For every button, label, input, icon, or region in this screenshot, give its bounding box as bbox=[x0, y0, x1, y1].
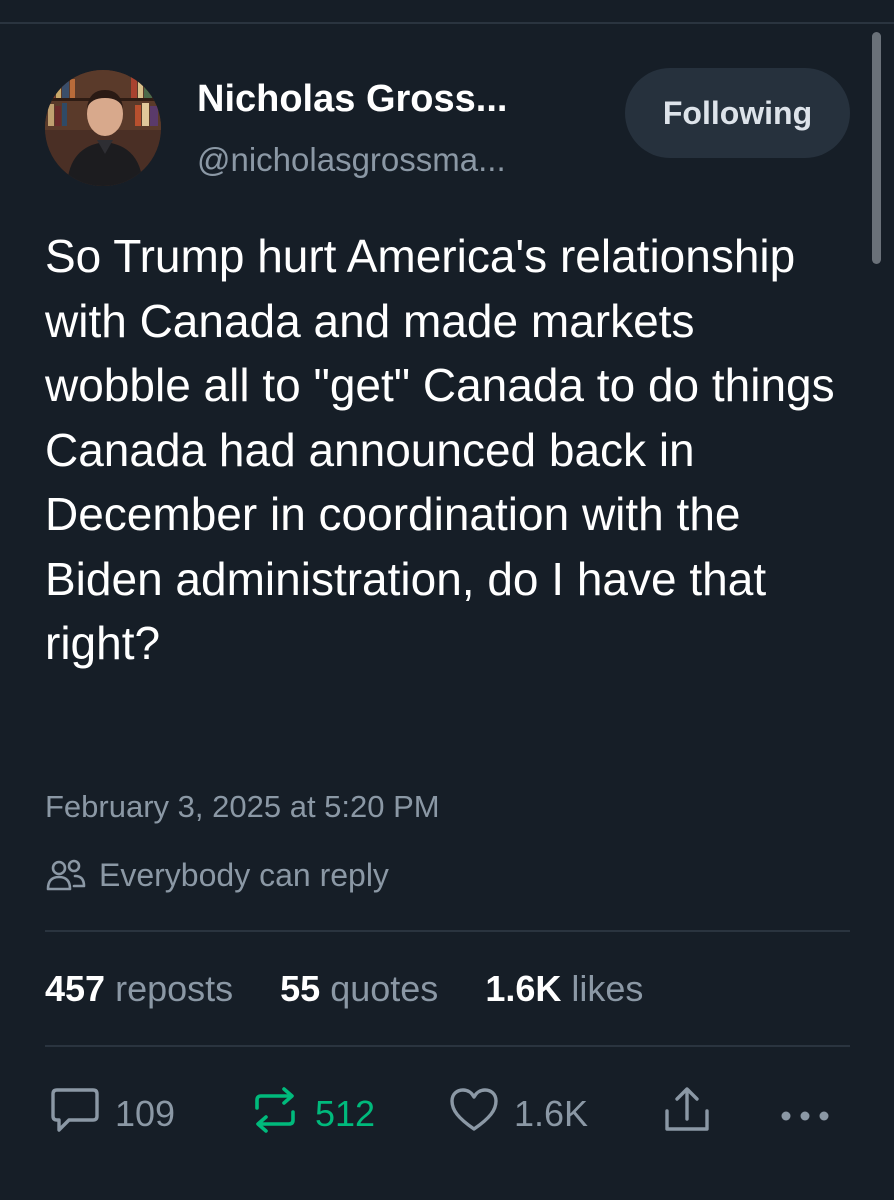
reposts-count: 457 bbox=[45, 968, 106, 1009]
repost-count: 512 bbox=[315, 1093, 376, 1134]
more-icon bbox=[777, 1093, 833, 1135]
more-button[interactable] bbox=[777, 1085, 833, 1143]
repost-icon bbox=[249, 1086, 301, 1143]
share-button[interactable] bbox=[662, 1085, 712, 1143]
reply-count: 109 bbox=[115, 1093, 176, 1134]
author-handle[interactable]: @nicholasgrossma... bbox=[197, 140, 506, 180]
people-icon bbox=[45, 857, 87, 893]
likes-count: 1.6K bbox=[485, 968, 562, 1009]
reposts-label: reposts bbox=[115, 968, 234, 1009]
repost-button[interactable]: 512 bbox=[249, 1085, 375, 1143]
like-count: 1.6K bbox=[514, 1093, 589, 1134]
like-button[interactable]: 1.6K bbox=[448, 1085, 588, 1143]
like-icon bbox=[448, 1086, 500, 1143]
reply-setting: Everybody can reply bbox=[45, 853, 389, 897]
tweet-text: So Trump hurt America's relationship wit… bbox=[45, 230, 835, 669]
likes-label: likes bbox=[571, 968, 644, 1009]
stats-divider-bottom bbox=[45, 1045, 850, 1047]
reply-setting-label: Everybody can reply bbox=[99, 856, 389, 893]
avatar-image bbox=[45, 70, 161, 186]
quotes-count: 55 bbox=[280, 968, 321, 1009]
reply-icon bbox=[49, 1086, 101, 1143]
likes-stat[interactable]: 1.6K likes bbox=[485, 965, 643, 1013]
following-button[interactable]: Following bbox=[625, 68, 850, 158]
top-divider bbox=[0, 22, 894, 24]
quotes-label: quotes bbox=[330, 968, 439, 1009]
share-icon bbox=[662, 1085, 712, 1144]
author-display-name[interactable]: Nicholas Gross... bbox=[197, 76, 507, 122]
reply-button[interactable]: 109 bbox=[49, 1085, 175, 1143]
avatar[interactable] bbox=[45, 70, 161, 186]
scrollbar[interactable] bbox=[872, 32, 881, 264]
engagement-stats: 457 reposts 55 quotes 1.6K likes bbox=[45, 965, 690, 1013]
stats-divider-top bbox=[45, 930, 850, 932]
action-bar: 109 512 1.6K bbox=[45, 1085, 850, 1143]
reposts-stat[interactable]: 457 reposts bbox=[45, 965, 233, 1013]
tweet-timestamp[interactable]: February 3, 2025 at 5:20 PM bbox=[45, 787, 440, 827]
quotes-stat[interactable]: 55 quotes bbox=[280, 965, 438, 1013]
